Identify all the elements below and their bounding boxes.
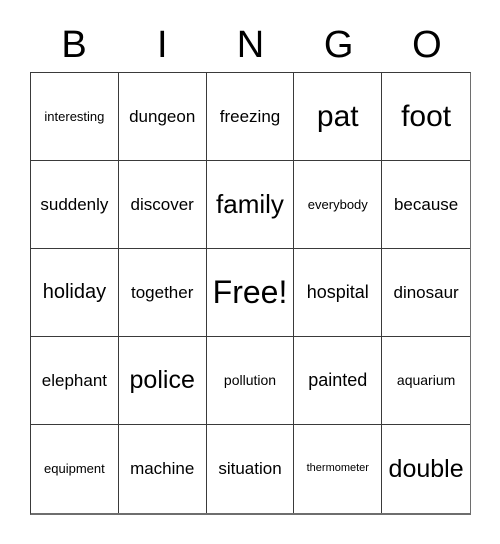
bingo-cell-label: family (216, 188, 284, 219)
bingo-cell-r5c3[interactable]: situation (206, 425, 295, 513)
free-space-label: Free! (212, 273, 288, 310)
bingo-cell-r1c1[interactable]: interesting (31, 73, 119, 161)
header-letter-i: I (157, 24, 168, 66)
bingo-cell-r3c2[interactable]: together (118, 249, 207, 337)
bingo-cell-r4c2[interactable]: police (118, 337, 207, 425)
bingo-cell-label: suddenly (40, 194, 109, 214)
bingo-cell-label: police (129, 366, 195, 395)
bingo-cell-label: machine (130, 459, 195, 479)
header-letter-o: O (412, 24, 442, 66)
bingo-cell-r4c5[interactable]: aquarium (382, 337, 470, 425)
bingo-cell-label: everybody (307, 196, 368, 212)
bingo-cell-r1c5[interactable]: foot (382, 73, 470, 161)
bingo-cell-label: together (131, 282, 194, 302)
bingo-cell-r5c1[interactable]: equipment (31, 425, 119, 513)
bingo-cell-r2c4[interactable]: everybody (294, 161, 383, 249)
header-letter-g: G (323, 24, 354, 66)
bingo-grid: interesting dungeon freezing pat foot su… (30, 72, 471, 515)
bingo-cell-label: double (388, 454, 464, 483)
bingo-cell-label: elephant (41, 370, 108, 390)
bingo-cell-label: pollution (223, 372, 277, 389)
bingo-cell-label: aquarium (396, 372, 456, 389)
bingo-cell-r4c3[interactable]: pollution (206, 337, 295, 425)
bingo-cell-label: situation (218, 459, 282, 479)
bingo-cell-r3c4[interactable]: hospital (294, 249, 383, 337)
bingo-cell-label: pat (316, 99, 359, 133)
header-letter-n: N (236, 24, 265, 66)
bingo-cell-r2c2[interactable]: discover (118, 161, 207, 249)
bingo-cell-label: painted (308, 370, 368, 391)
bingo-cell-r1c2[interactable]: dungeon (118, 73, 207, 161)
bingo-cell-r1c4[interactable]: pat (294, 73, 383, 161)
bingo-cell-r2c3[interactable]: family (206, 161, 295, 249)
bingo-cell-label: equipment (44, 461, 105, 477)
bingo-cell-label: discover (130, 194, 194, 214)
bingo-cell-r4c1[interactable]: elephant (31, 337, 119, 425)
bingo-cell-label: thermometer (306, 462, 369, 475)
bingo-cell-label: holiday (42, 281, 107, 303)
bingo-card: B I N G O interesting dungeon freezing p… (0, 0, 500, 544)
bingo-cell-label: foot (401, 99, 452, 133)
bingo-cell-r1c3[interactable]: freezing (206, 73, 295, 161)
bingo-cell-label: dungeon (129, 106, 196, 126)
bingo-cell-label: freezing (219, 106, 281, 126)
bingo-cell-r3c5[interactable]: dinosaur (382, 249, 470, 337)
bingo-cell-label: interesting (44, 108, 105, 124)
bingo-cell-label: dinosaur (393, 282, 459, 302)
bingo-cell-label: hospital (306, 282, 369, 303)
bingo-cell-r2c1[interactable]: suddenly (31, 161, 119, 249)
bingo-cell-r5c5[interactable]: double (382, 425, 470, 513)
bingo-cell-r3c1[interactable]: holiday (31, 249, 119, 337)
bingo-cell-r5c2[interactable]: machine (118, 425, 207, 513)
bingo-cell-r5c4[interactable]: thermometer (294, 425, 383, 513)
bingo-cell-r2c5[interactable]: because (382, 161, 470, 249)
header-letter-b: B (61, 24, 87, 66)
bingo-cell-r4c4[interactable]: painted (294, 337, 383, 425)
bingo-cell-label: because (393, 194, 459, 214)
bingo-cell-free-space[interactable]: Free! (206, 249, 295, 337)
bingo-header-row: B I N G O (30, 18, 471, 72)
